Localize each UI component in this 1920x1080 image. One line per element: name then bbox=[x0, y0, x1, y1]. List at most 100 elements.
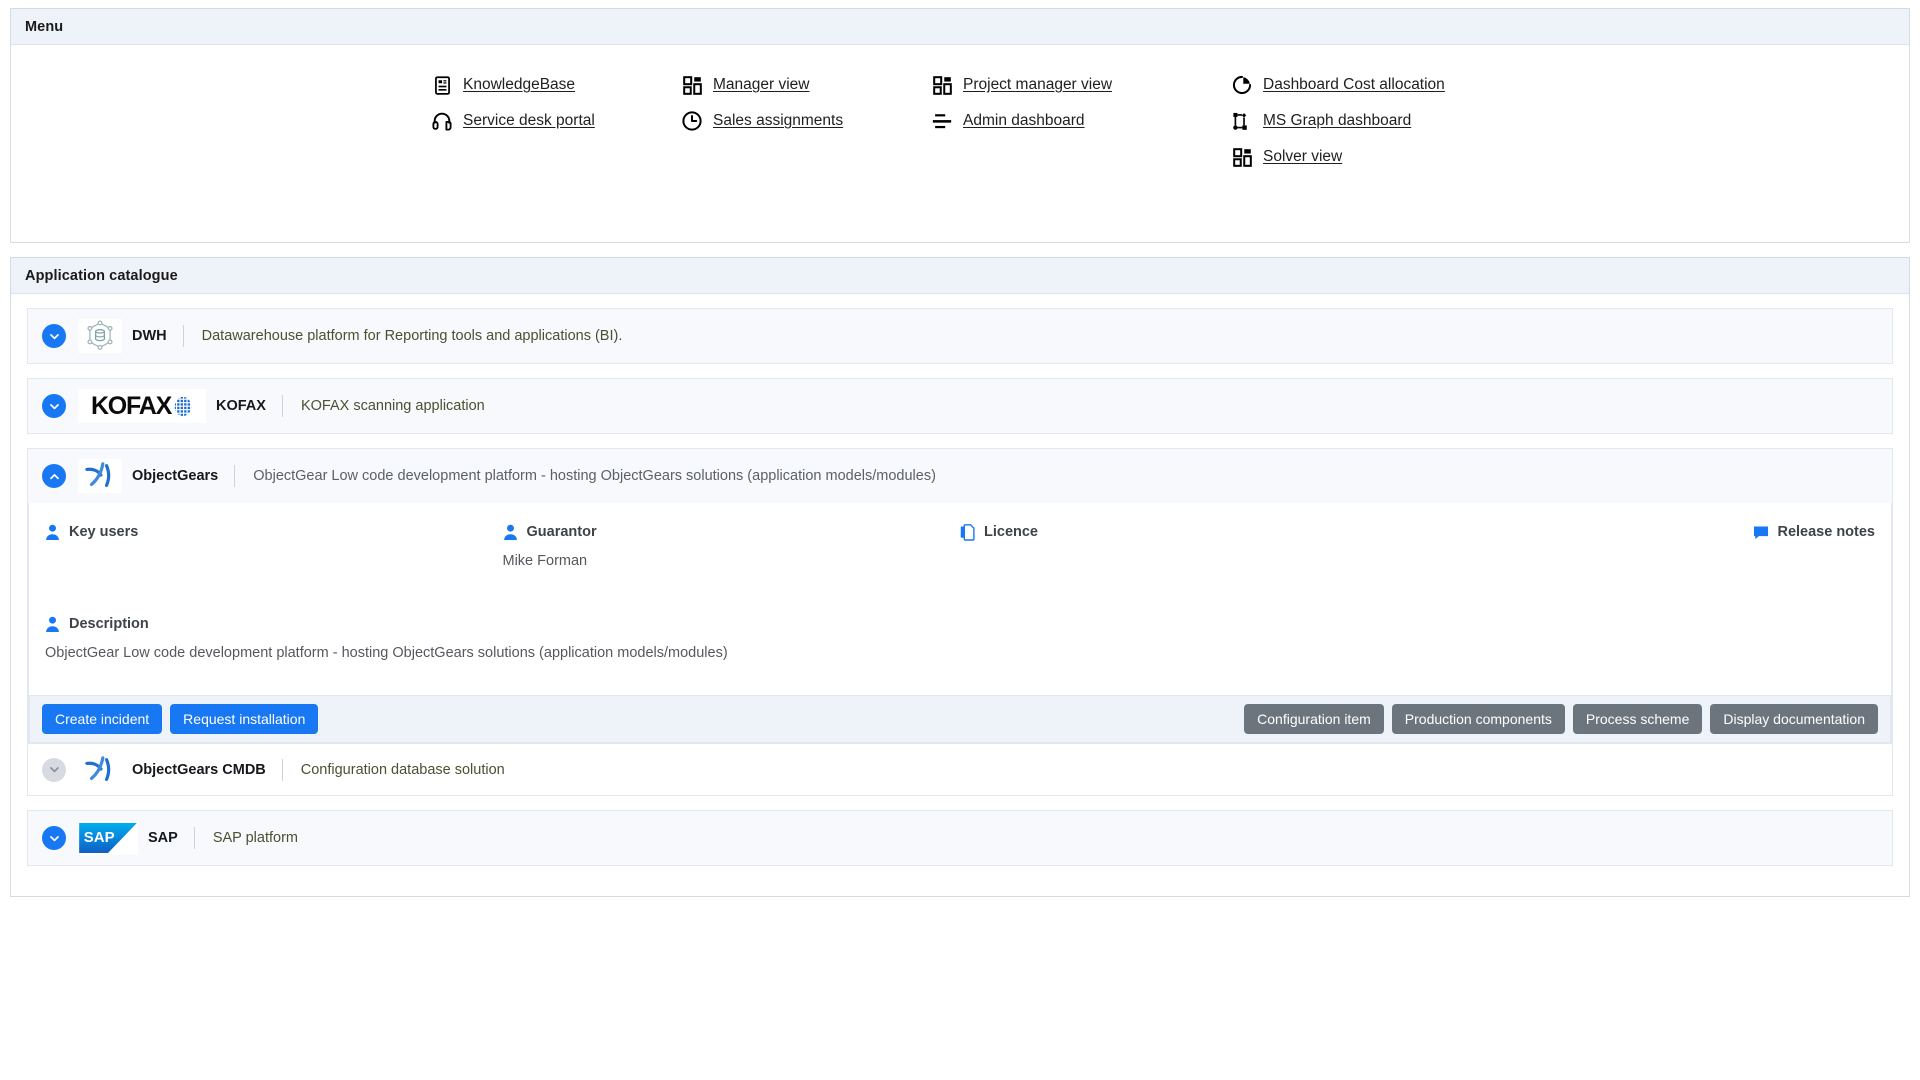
menu-panel-header: Menu bbox=[11, 9, 1909, 45]
app-description: Configuration database solution bbox=[300, 761, 505, 778]
menu-item-dashboard-cost-allocation[interactable]: Dashboard Cost allocation bbox=[1231, 67, 1531, 103]
app-name: ObjectGears bbox=[132, 468, 219, 484]
chevron-down-icon-sap[interactable] bbox=[42, 826, 66, 850]
menu-link-label[interactable]: Admin dashboard bbox=[963, 112, 1085, 130]
menu-link-label[interactable]: KnowledgeBase bbox=[463, 76, 575, 94]
menu-item-project-manager-view[interactable]: Project manager view bbox=[931, 67, 1231, 103]
dashboard-grid-icon bbox=[931, 74, 953, 96]
menu-link-label[interactable]: Service desk portal bbox=[463, 112, 595, 130]
menu-item-sales-assignments[interactable]: Sales assignments bbox=[681, 103, 931, 139]
menu-item-knowledgebase[interactable]: KnowledgeBase bbox=[431, 67, 681, 103]
chevron-down-icon-objectgears-cmdb[interactable] bbox=[42, 757, 66, 782]
kofax-logo-icon: KOFAX bbox=[78, 389, 206, 423]
catalogue-body: DWH Datawarehouse platform for Reporting… bbox=[11, 294, 1909, 896]
menu-item-admin-dashboard[interactable]: Admin dashboard bbox=[931, 103, 1231, 139]
catalogue-panel-title: Application catalogue bbox=[25, 267, 178, 284]
field-header: Key users bbox=[45, 523, 503, 541]
menu-link-label[interactable]: Sales assignments bbox=[713, 112, 843, 130]
objectgears-detail: Key users Guarantor Mike Forman Licence … bbox=[28, 503, 1892, 743]
app-row-dwh[interactable]: DWH Datawarehouse platform for Reporting… bbox=[28, 309, 1892, 363]
display-documentation-button[interactable]: Display documentation bbox=[1710, 703, 1878, 735]
menu-item-service-desk-portal[interactable]: Service desk portal bbox=[431, 103, 681, 139]
app-row-kofax[interactable]: KOFAX KOFAX KOFAX scanning application bbox=[28, 379, 1892, 433]
kofax-wordmark: KOFAX bbox=[90, 391, 172, 420]
chevron-down-icon-kofax[interactable] bbox=[42, 394, 66, 418]
menu-item-manager-view[interactable]: Manager view bbox=[681, 67, 931, 103]
list-lines-icon bbox=[931, 110, 953, 132]
chevron-up-icon-objectgears[interactable] bbox=[42, 464, 66, 488]
menu-item-solver-view[interactable]: Solver view bbox=[1231, 139, 1531, 175]
chevron-down-icon-dwh[interactable] bbox=[42, 324, 66, 348]
configuration-item-button[interactable]: Configuration item bbox=[1244, 703, 1384, 735]
divider bbox=[193, 827, 195, 849]
divider bbox=[182, 325, 184, 347]
field-label: Guarantor bbox=[526, 524, 597, 540]
dashboard-grid-icon bbox=[1231, 146, 1253, 168]
app-description: KOFAX scanning application bbox=[300, 398, 485, 414]
production-components-button[interactable]: Production components bbox=[1391, 703, 1565, 735]
divider bbox=[281, 395, 283, 417]
app-row-objectgears[interactable]: ObjectGears ObjectGear Low code developm… bbox=[28, 449, 1892, 503]
divider bbox=[281, 758, 283, 781]
menu-link-label[interactable]: Solver view bbox=[1263, 148, 1342, 166]
field-guarantor: Guarantor Mike Forman bbox=[503, 523, 961, 573]
field-label: Release notes bbox=[1777, 524, 1875, 540]
field-header: Release notes bbox=[1418, 523, 1875, 541]
process-scheme-button[interactable]: Process scheme bbox=[1572, 703, 1703, 735]
field-label: Licence bbox=[984, 524, 1038, 540]
person-icon bbox=[503, 523, 519, 541]
clock-icon bbox=[681, 110, 703, 132]
objectgears-cmdb-logo-icon bbox=[78, 753, 122, 787]
menu-panel-body: KnowledgeBase Service desk portal Manage… bbox=[11, 45, 1909, 242]
primary-buttons: Create incident Request installation bbox=[42, 703, 319, 735]
description-label: Description bbox=[69, 616, 149, 632]
app-row-sap[interactable]: SAP SAP SAP platform bbox=[28, 811, 1892, 865]
field-value bbox=[960, 553, 1418, 573]
menu-columns: KnowledgeBase Service desk portal Manage… bbox=[11, 67, 1909, 175]
menu-column-4: Dashboard Cost allocation MS Graph dashb… bbox=[1231, 67, 1531, 175]
menu-item-ms-graph-dashboard[interactable]: MS Graph dashboard bbox=[1231, 103, 1531, 139]
app-card-objectgears: ObjectGears ObjectGear Low code developm… bbox=[27, 448, 1893, 744]
menu-link-label[interactable]: Manager view bbox=[713, 76, 810, 94]
person-icon bbox=[45, 615, 61, 633]
create-incident-button[interactable]: Create incident bbox=[42, 703, 163, 735]
dashboard-grid-icon bbox=[681, 74, 703, 96]
menu-column-3: Project manager view Admin dashboard bbox=[931, 67, 1231, 175]
app-name: SAP bbox=[148, 830, 178, 846]
secondary-buttons: Configuration item Production components… bbox=[1244, 703, 1878, 735]
field-licence: Licence bbox=[960, 523, 1418, 573]
request-installation-button[interactable]: Request installation bbox=[170, 703, 319, 735]
menu-link-label[interactable]: Project manager view bbox=[963, 76, 1112, 94]
app-description: ObjectGear Low code development platform… bbox=[253, 468, 936, 484]
menu-link-label[interactable]: MS Graph dashboard bbox=[1263, 112, 1411, 130]
menu-column-1: KnowledgeBase Service desk portal bbox=[431, 67, 681, 175]
documents-icon bbox=[960, 523, 976, 541]
dwh-logo-icon bbox=[78, 319, 122, 353]
article-icon bbox=[431, 74, 453, 96]
menu-panel: Menu KnowledgeBase Service desk portal M… bbox=[10, 8, 1910, 243]
divider bbox=[234, 465, 236, 487]
pie-chart-icon bbox=[1231, 74, 1253, 96]
svg-text:SAP: SAP bbox=[84, 829, 115, 846]
person-icon bbox=[45, 523, 61, 541]
menu-link-label[interactable]: Dashboard Cost allocation bbox=[1263, 76, 1445, 94]
field-label: Key users bbox=[69, 524, 139, 540]
field-key-users: Key users bbox=[45, 523, 503, 573]
application-catalogue-panel: Application catalogue DWH Datawarehouse … bbox=[10, 257, 1910, 897]
field-value bbox=[45, 553, 503, 573]
page-root: Menu KnowledgeBase Service desk portal M… bbox=[0, 0, 1920, 1080]
kofax-globe-icon bbox=[174, 395, 192, 417]
menu-panel-title: Menu bbox=[25, 18, 64, 35]
speech-bubble-icon bbox=[1753, 523, 1769, 541]
catalogue-panel-header: Application catalogue bbox=[11, 258, 1909, 294]
app-row-objectgears-cmdb[interactable]: ObjectGears CMDB Configuration database … bbox=[27, 744, 1893, 796]
field-value bbox=[1418, 553, 1876, 573]
field-value: Mike Forman bbox=[502, 553, 588, 569]
row-spacer bbox=[27, 796, 1893, 810]
detail-field-grid: Key users Guarantor Mike Forman Licence … bbox=[45, 517, 1875, 573]
app-card-kofax: KOFAX KOFAX KOFAX scanning application bbox=[27, 378, 1893, 434]
app-name: KOFAX bbox=[216, 398, 266, 414]
app-name: ObjectGears CMDB bbox=[132, 761, 266, 778]
sap-logo-icon: SAP bbox=[78, 821, 138, 855]
app-card-sap: SAP SAP SAP platform bbox=[27, 810, 1893, 866]
